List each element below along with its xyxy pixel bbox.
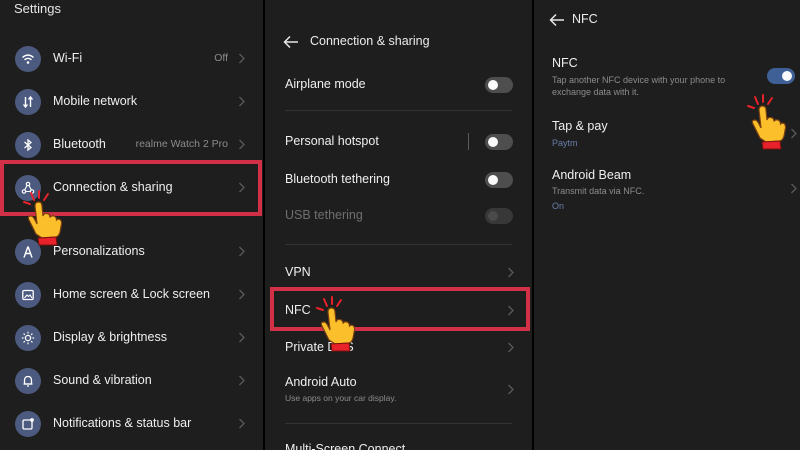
chevron-right-icon xyxy=(238,246,246,257)
brightness-icon xyxy=(15,325,41,351)
nfc-description: Tap another NFC device with your phone t… xyxy=(552,75,726,97)
section-divider xyxy=(285,110,512,111)
sound-icon xyxy=(15,368,41,394)
notifications-icon xyxy=(15,411,41,437)
chevron-right-icon xyxy=(238,375,246,386)
chevron-right-icon xyxy=(238,53,246,64)
settings-item-label: Sound & vibration xyxy=(53,373,152,387)
personal-hotspot-toggle[interactable] xyxy=(485,134,513,150)
page-title: NFC xyxy=(572,12,598,26)
bluetooth-device-name: realme Watch 2 Pro xyxy=(135,138,228,150)
settings-item-sound-vibration[interactable]: Sound & vibration xyxy=(0,361,263,401)
settings-item-bluetooth[interactable]: Bluetooth realme Watch 2 Pro xyxy=(0,125,263,165)
connection-sharing-panel: Connection & sharing Airplane mode Perso… xyxy=(265,0,532,450)
chevron-right-icon xyxy=(238,96,246,107)
android-auto-description: Use apps on your car display. xyxy=(285,393,397,403)
airplane-mode-row[interactable]: Airplane mode xyxy=(265,67,532,101)
nfc-toggle[interactable] xyxy=(767,68,795,84)
back-arrow-icon[interactable] xyxy=(549,13,565,27)
settings-item-label: Bluetooth xyxy=(53,137,106,151)
bluetooth-tethering-row[interactable]: Bluetooth tethering xyxy=(265,162,532,196)
airplane-mode-label: Airplane mode xyxy=(285,77,366,91)
android-beam-value: On xyxy=(552,201,565,211)
settings-item-label: Personalizations xyxy=(53,244,145,258)
vpn-row[interactable]: VPN xyxy=(265,255,532,289)
page-title: Connection & sharing xyxy=(310,34,430,48)
section-divider xyxy=(285,423,512,424)
row-separator xyxy=(468,133,469,150)
bluetooth-tethering-label: Bluetooth tethering xyxy=(285,172,390,186)
settings-item-label: Notifications & status bar xyxy=(53,416,192,430)
chevron-right-icon xyxy=(238,289,246,300)
chevron-right-icon xyxy=(238,332,246,343)
tap-pay-value: Paytm xyxy=(552,138,578,148)
usb-tethering-label: USB tethering xyxy=(285,208,363,222)
home-screen-icon xyxy=(15,282,41,308)
settings-item-notifications[interactable]: Notifications & status bar xyxy=(0,404,263,444)
chevron-right-icon xyxy=(790,183,798,194)
settings-item-label: Wi-Fi xyxy=(53,51,83,65)
personal-hotspot-row[interactable]: Personal hotspot xyxy=(265,124,532,158)
usb-tethering-row: USB tethering xyxy=(265,198,532,232)
settings-item-label: Home screen & Lock screen xyxy=(53,287,211,301)
chevron-right-icon xyxy=(507,342,515,353)
multi-screen-connect-label: Multi-Screen Connect xyxy=(285,442,406,450)
private-dns-row[interactable]: Private DNS xyxy=(265,330,532,364)
chevron-right-icon xyxy=(790,128,798,139)
chevron-right-icon xyxy=(507,384,515,395)
airplane-mode-toggle[interactable] xyxy=(485,77,513,93)
settings-item-label: Display & brightness xyxy=(53,330,167,344)
wifi-status: Off xyxy=(214,52,228,64)
settings-title: Settings xyxy=(14,1,61,16)
settings-item-display-brightness[interactable]: Display & brightness xyxy=(0,318,263,358)
vpn-label: VPN xyxy=(285,265,311,279)
bluetooth-icon xyxy=(15,132,41,158)
nfc-label: NFC xyxy=(552,56,578,70)
back-arrow-icon[interactable] xyxy=(283,35,299,49)
settings-item-wifi[interactable]: Wi-Fi Off xyxy=(0,39,263,79)
bluetooth-tethering-toggle[interactable] xyxy=(485,172,513,188)
settings-item-home-lock-screen[interactable]: Home screen & Lock screen xyxy=(0,275,263,315)
settings-panel: Settings Wi-Fi Off Mobile network Blueto… xyxy=(0,0,263,450)
tap-hand-icon xyxy=(313,296,359,352)
android-auto-row[interactable]: Android Auto Use apps on your car displa… xyxy=(265,365,532,409)
personal-hotspot-label: Personal hotspot xyxy=(285,134,379,148)
usb-tethering-toggle xyxy=(485,208,513,224)
chevron-right-icon xyxy=(238,418,246,429)
multi-screen-connect-row[interactable]: Multi-Screen Connect xyxy=(265,432,532,450)
settings-item-label: Mobile network xyxy=(53,94,138,108)
tap-hand-icon xyxy=(20,190,66,246)
nfc-panel: NFC NFC Tap another NFC device with your… xyxy=(534,0,800,450)
tap-pay-label: Tap & pay xyxy=(552,119,608,133)
mobile-network-icon xyxy=(15,89,41,115)
wifi-icon xyxy=(15,46,41,72)
tap-hand-icon xyxy=(744,94,790,150)
section-divider xyxy=(285,244,512,245)
android-beam-label: Android Beam xyxy=(552,168,632,182)
android-beam-description: Transmit data via NFC. xyxy=(552,186,645,196)
settings-item-mobile-network[interactable]: Mobile network xyxy=(0,82,263,122)
android-auto-label: Android Auto xyxy=(285,375,357,389)
chevron-right-icon xyxy=(507,267,515,278)
chevron-right-icon xyxy=(238,139,246,150)
nfc-highlight xyxy=(270,287,530,331)
